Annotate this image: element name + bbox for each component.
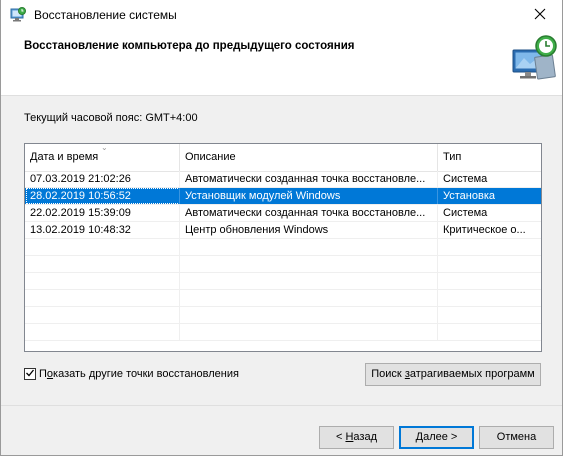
column-header-label: Дата и время xyxy=(30,151,99,163)
cell-type: Критическое о... xyxy=(443,224,526,236)
cell-description: Автоматически созданная точка восстановл… xyxy=(180,171,438,187)
wizard-header: Восстановление компьютера до предыдущего… xyxy=(1,30,562,96)
next-button[interactable]: Далее > xyxy=(399,426,474,449)
table-row[interactable]: 07.03.2019 21:02:26 Автоматически создан… xyxy=(25,171,541,188)
column-header-description[interactable]: Описание xyxy=(180,144,438,171)
checkmark-icon xyxy=(25,368,35,381)
cell-date: 22.02.2019 15:39:09 xyxy=(25,205,180,221)
empty-row xyxy=(25,324,541,341)
checkbox-label: Показать другие точки восстановления xyxy=(39,368,239,380)
empty-row xyxy=(25,307,541,324)
table-row-selected[interactable]: 28.02.2019 10:56:52 Установщик модулей W… xyxy=(25,188,541,205)
system-restore-app-icon xyxy=(10,7,26,23)
close-icon xyxy=(534,8,546,23)
cell-date: 28.02.2019 10:56:52 xyxy=(25,188,180,204)
empty-row xyxy=(25,290,541,307)
title-bar[interactable]: Восстановление системы xyxy=(1,0,562,30)
close-button[interactable] xyxy=(517,0,562,30)
scan-affected-programs-button[interactable]: Поиск затрагиваемых программ xyxy=(365,363,541,386)
cancel-button[interactable]: Отмена xyxy=(479,426,554,449)
column-header-date[interactable]: ⌄ Дата и время xyxy=(25,144,180,171)
cell-date: 07.03.2019 21:02:26 xyxy=(25,171,180,187)
sort-indicator-icon: ⌄ xyxy=(101,143,108,152)
restore-points-table[interactable]: ⌄ Дата и время Описание Тип 07.03.2019 2… xyxy=(24,143,542,352)
cell-type: Установка xyxy=(443,190,495,202)
footer-divider xyxy=(1,405,562,406)
window-title: Восстановление системы xyxy=(34,8,177,22)
cell-date: 13.02.2019 10:48:32 xyxy=(25,222,180,238)
cell-type: Система xyxy=(443,173,488,185)
timezone-label: Текущий часовой пояс: GMT+4:00 xyxy=(24,112,198,124)
system-restore-monitor-icon xyxy=(510,34,558,82)
show-more-restore-points-checkbox[interactable]: Показать другие точки восстановления xyxy=(24,367,239,381)
column-header-label: Тип xyxy=(443,151,462,163)
column-header-label: Описание xyxy=(185,151,236,163)
empty-row xyxy=(25,256,541,273)
table-row[interactable]: 13.02.2019 10:48:32 Центр обновления Win… xyxy=(25,222,541,239)
cell-description: Автоматически созданная точка восстановл… xyxy=(180,205,438,221)
table-header: ⌄ Дата и время Описание Тип xyxy=(25,144,541,172)
cell-type: Система xyxy=(443,207,488,219)
checkbox-box[interactable] xyxy=(24,368,36,380)
cell-description: Центр обновления Windows xyxy=(180,222,438,238)
page-title: Восстановление компьютера до предыдущего… xyxy=(24,40,355,52)
system-restore-window: Восстановление системы Восстановление ко… xyxy=(0,0,563,456)
empty-row xyxy=(25,273,541,290)
back-button[interactable]: < Назад xyxy=(319,426,394,449)
table-row[interactable]: 22.02.2019 15:39:09 Автоматически создан… xyxy=(25,205,541,222)
column-header-type[interactable]: Тип xyxy=(438,144,541,171)
empty-row xyxy=(25,239,541,256)
cell-description: Установщик модулей Windows xyxy=(180,188,438,204)
